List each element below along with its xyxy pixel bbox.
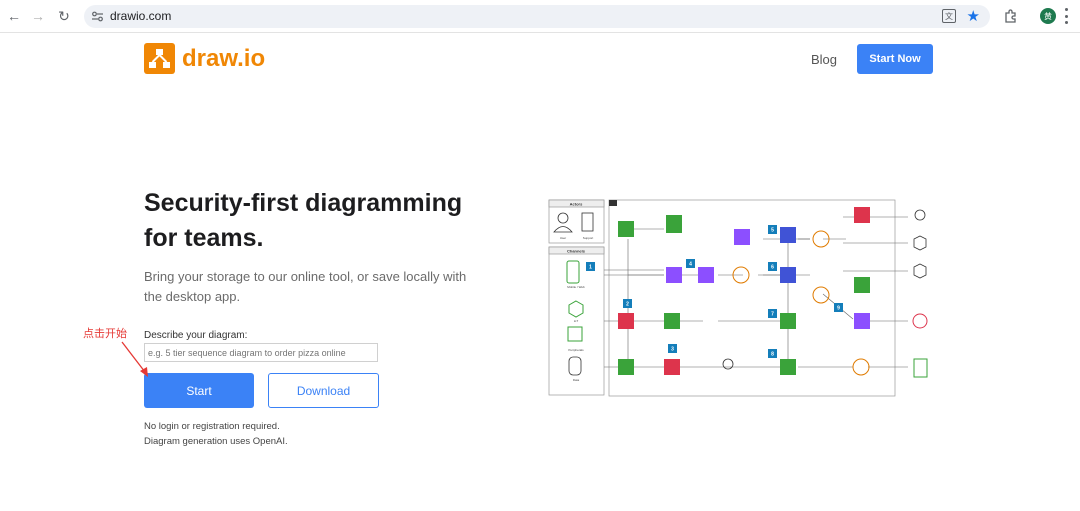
browser-menu-icon[interactable] xyxy=(1064,8,1068,24)
rekognition-icon xyxy=(734,229,750,245)
channel-label: Mobile / Web xyxy=(567,285,585,289)
device-icon xyxy=(913,235,927,251)
download-button[interactable]: Download xyxy=(268,373,379,408)
channel-label: Peripherals xyxy=(568,348,584,352)
report-icon xyxy=(913,358,928,378)
user-icon xyxy=(914,209,926,221)
page-title: Security-first diagramming for teams. xyxy=(144,189,463,252)
address-bar[interactable]: drawio.com 文 ★ xyxy=(84,5,990,28)
drawio-logo-icon xyxy=(144,43,175,74)
bookmark-star-icon[interactable]: ★ xyxy=(967,7,980,25)
external-service-icon xyxy=(912,313,928,329)
profile-avatar[interactable]: 黄 xyxy=(1040,8,1056,24)
lake-formation-icon xyxy=(854,313,870,329)
storage-icon xyxy=(618,359,634,375)
blog-link[interactable]: Blog xyxy=(811,52,837,67)
site-info-icon[interactable] xyxy=(91,10,104,23)
architecture-diagram: Actors User Support Channels Mobile / We… xyxy=(548,199,928,397)
step-number: 1 xyxy=(589,265,592,271)
reload-icon[interactable]: ↻ xyxy=(54,6,74,26)
drawio-logo[interactable]: draw.io xyxy=(144,43,265,74)
annotation-arrow xyxy=(121,341,148,377)
openai-note: Diagram generation uses OpenAI. xyxy=(144,436,288,447)
pinpoint-icon xyxy=(854,207,870,223)
actor-label: User xyxy=(560,236,566,240)
step-number: 7 xyxy=(771,312,774,318)
translate-icon[interactable]: 文 xyxy=(942,9,956,23)
extensions-icon[interactable] xyxy=(1003,8,1019,24)
s3-icon xyxy=(666,215,682,233)
sagemaker-icon xyxy=(854,277,870,293)
kinesis-icon xyxy=(698,267,714,283)
diagram-prompt-input[interactable] xyxy=(144,343,378,362)
connect-icon xyxy=(618,313,634,329)
channel-label: IoT xyxy=(574,319,579,323)
hero-subtext: Bring your storage to our online tool, o… xyxy=(144,269,467,304)
lex-icon xyxy=(618,221,634,237)
forward-icon[interactable]: → xyxy=(28,6,48,26)
channels-title: Channels xyxy=(567,249,586,254)
aws-cloud-container xyxy=(608,199,896,397)
prompt-label: Describe your diagram: xyxy=(144,330,248,341)
analytics-icon xyxy=(664,359,680,375)
step-number: 2 xyxy=(626,302,629,308)
back-icon[interactable]: ← xyxy=(4,6,24,26)
comprehend-icon xyxy=(780,313,796,329)
start-button[interactable]: Start xyxy=(144,373,254,408)
annotation-label: 点击开始 xyxy=(83,328,127,340)
dynamodb-icon xyxy=(780,267,796,283)
device-icon xyxy=(913,263,927,279)
service-icon xyxy=(780,359,796,375)
dynamodb-icon xyxy=(780,227,796,243)
step-number: 5 xyxy=(771,228,774,234)
browser-toolbar: ← → ↻ drawio.com 文 ★ 黄 xyxy=(0,0,1080,33)
actors-title: Actors xyxy=(570,202,583,207)
start-now-button[interactable]: Start Now xyxy=(857,44,933,74)
actor-label: Support xyxy=(583,236,594,240)
step-number: 4 xyxy=(689,262,692,268)
api-gateway-icon xyxy=(666,267,682,283)
athena-icon xyxy=(664,313,680,329)
step-number: 6 xyxy=(771,265,774,271)
channel-label: Data xyxy=(573,378,580,382)
no-login-note: No login or registration required. xyxy=(144,421,280,432)
url-text: drawio.com xyxy=(110,9,172,23)
step-number: 8 xyxy=(771,352,774,358)
logo-text: draw.io xyxy=(182,44,266,72)
step-number: 9 xyxy=(837,306,840,312)
step-number: 3 xyxy=(671,347,674,353)
